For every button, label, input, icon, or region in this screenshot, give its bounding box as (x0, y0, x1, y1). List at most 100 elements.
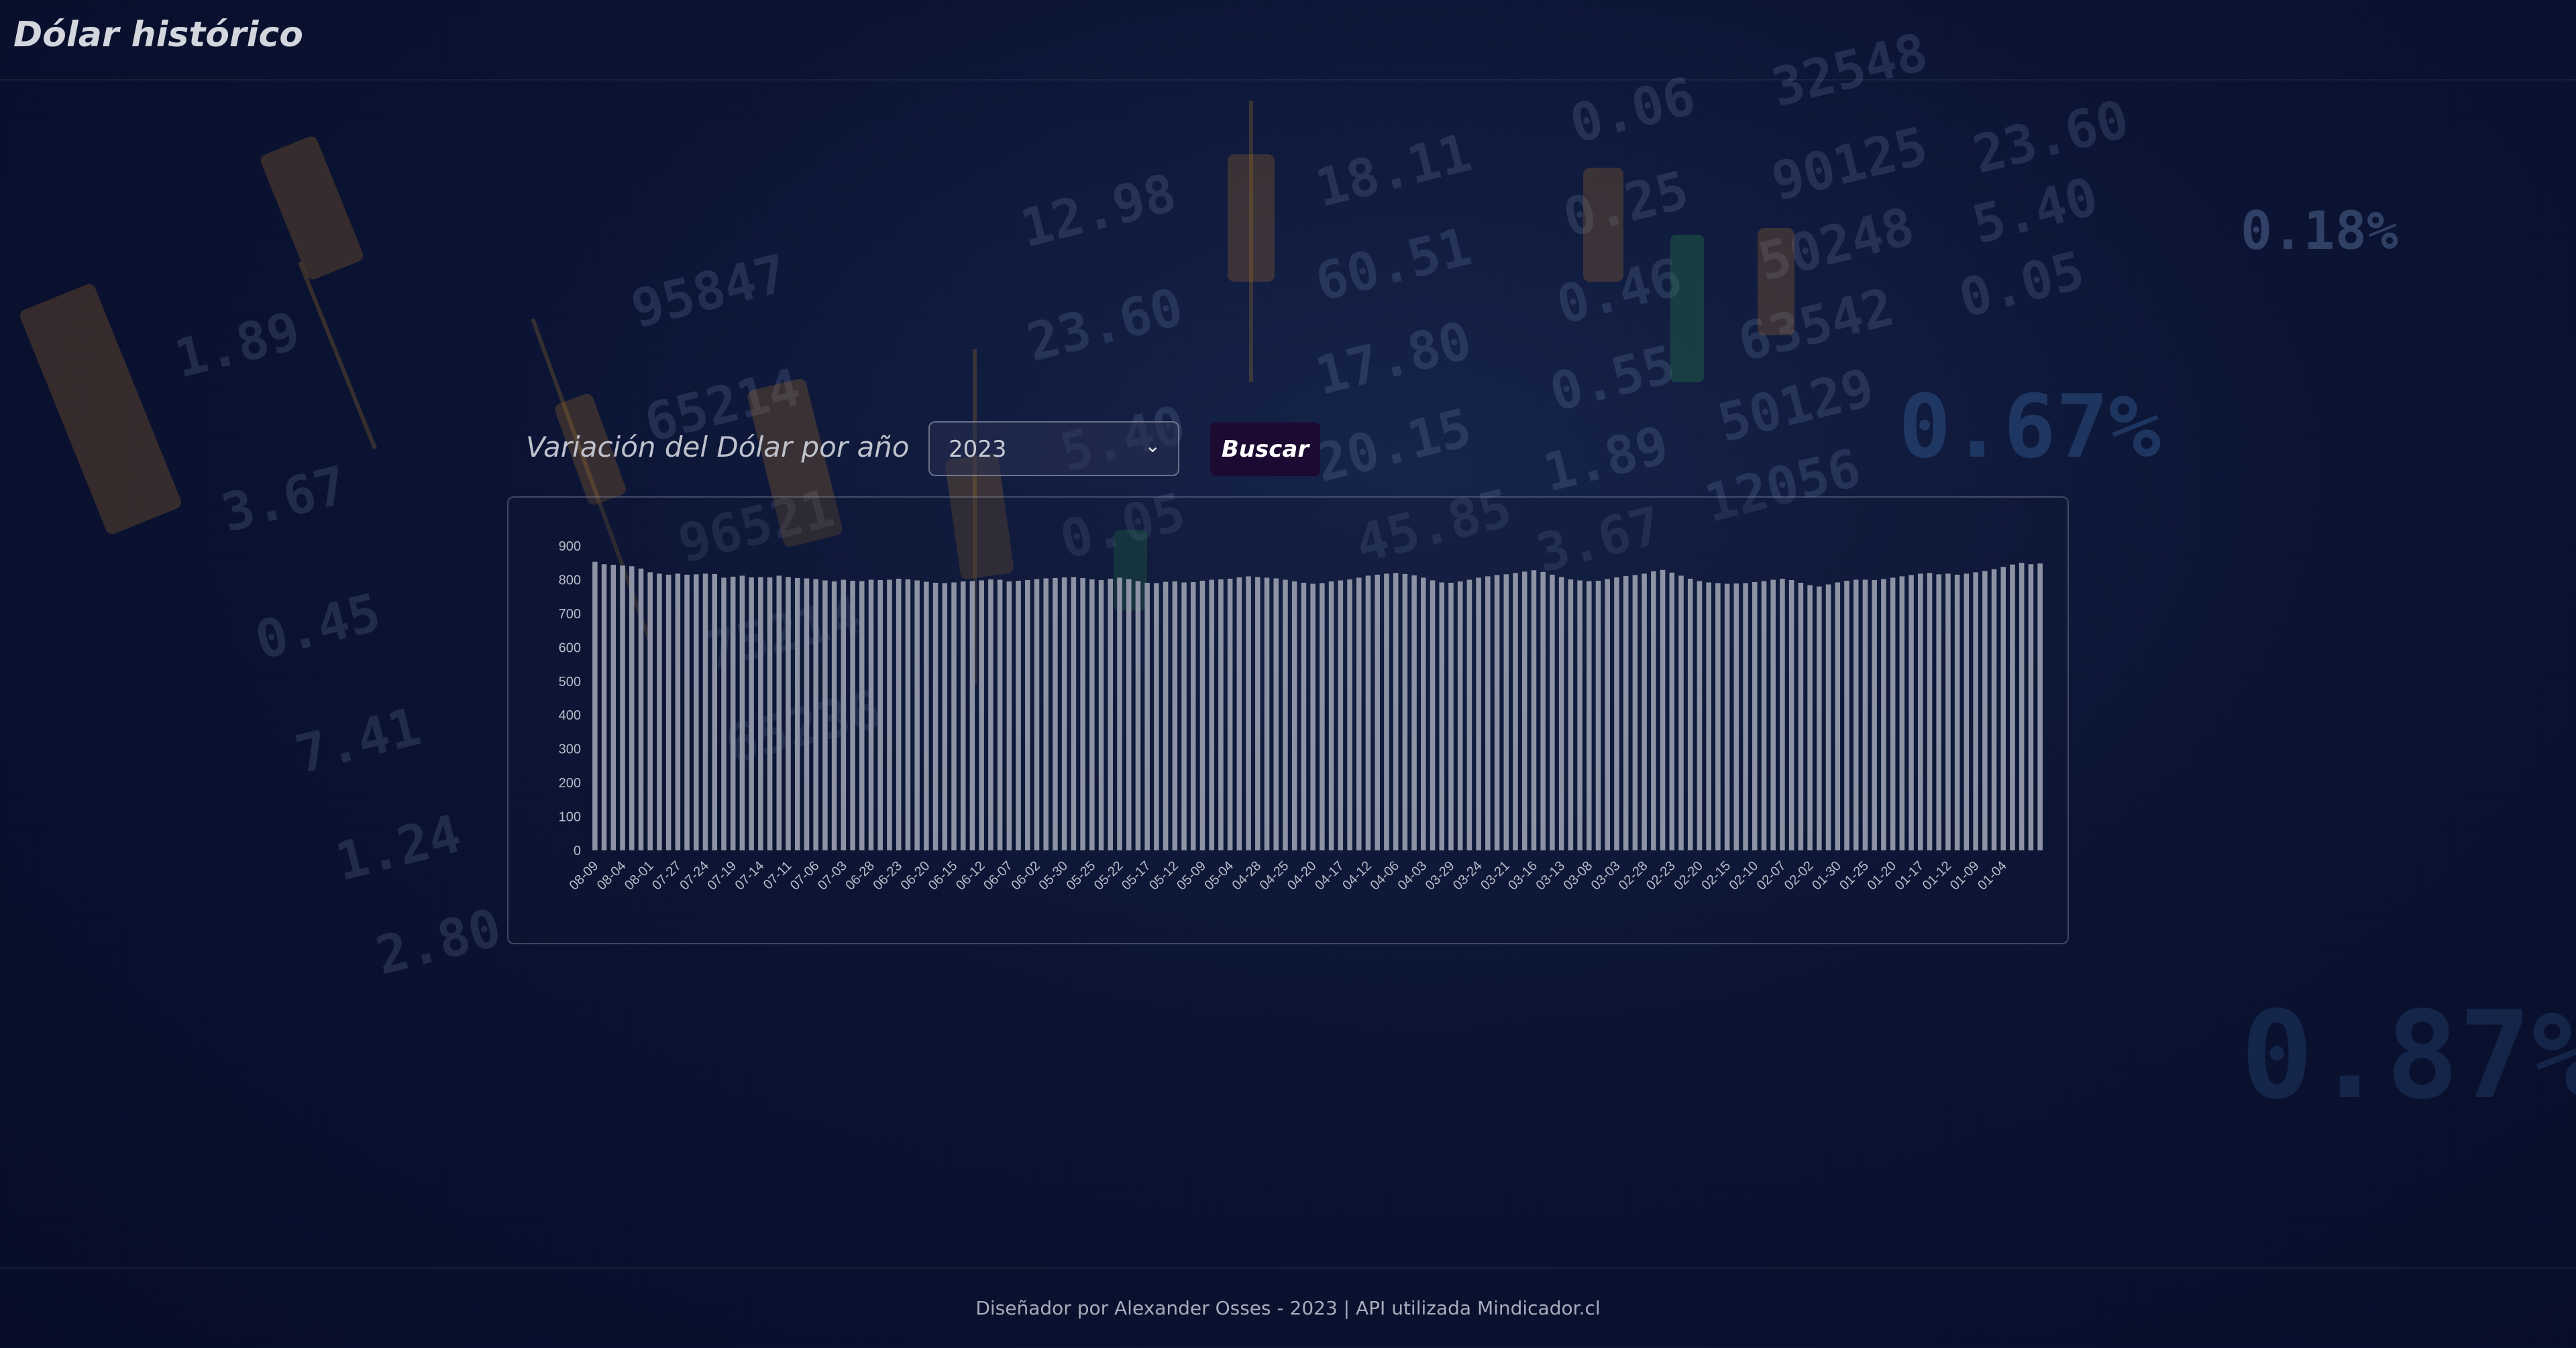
bar-06-08[interactable] (997, 579, 1003, 850)
bar-07-24[interactable] (702, 573, 708, 850)
bar-06-16[interactable] (942, 583, 948, 850)
bar-05-23[interactable] (1108, 578, 1114, 850)
bar-03-24[interactable] (1476, 577, 1481, 850)
bar-03-15[interactable] (1540, 571, 1546, 850)
bar-02-24[interactable] (1660, 569, 1666, 850)
bar-07-27[interactable] (675, 573, 681, 850)
bar-05-25[interactable] (1089, 579, 1095, 850)
bar-undefined[interactable] (2037, 563, 2043, 850)
bar-03-20[interactable] (1513, 573, 1518, 850)
bar-04-24[interactable] (1291, 581, 1297, 850)
bar-06-20[interactable] (924, 581, 929, 850)
bar-05-09[interactable] (1199, 580, 1205, 850)
bar-05-05[interactable] (1218, 579, 1224, 850)
bar-01-20[interactable] (1890, 577, 1896, 850)
bar-03-27[interactable] (1466, 579, 1472, 850)
bar-06-13[interactable] (969, 581, 975, 850)
bar-01-09[interactable] (1973, 572, 1978, 850)
bar-04-14[interactable] (1347, 579, 1352, 850)
bar-02-08[interactable] (1770, 579, 1776, 850)
bar-04-12[interactable] (1365, 575, 1371, 850)
bar-04-10[interactable] (1384, 573, 1389, 850)
bar-07-05[interactable] (822, 580, 828, 850)
bar-02-27[interactable] (1651, 571, 1656, 850)
brand-title[interactable]: Dólar histórico (13, 15, 303, 55)
bar-08-07[interactable] (610, 565, 616, 850)
bar-08-08[interactable] (601, 564, 607, 850)
bar-03-01[interactable] (1632, 575, 1638, 850)
bar-04-21[interactable] (1301, 582, 1307, 850)
bar-03-13[interactable] (1558, 577, 1564, 850)
bar-03-10[interactable] (1568, 579, 1574, 850)
bar-04-04[interactable] (1411, 575, 1417, 850)
bar-06-23[interactable] (896, 578, 902, 850)
bar-06-21[interactable] (914, 580, 920, 850)
bar-02-10[interactable] (1752, 581, 1758, 850)
bar-08-03[interactable] (629, 566, 635, 850)
bar-02-20[interactable] (1697, 581, 1703, 850)
bar-03-07[interactable] (1595, 580, 1601, 850)
bar-08-01[interactable] (647, 572, 653, 850)
bar-03-23[interactable] (1485, 576, 1491, 850)
bar-02-15[interactable] (1724, 583, 1730, 851)
bar-01-13[interactable] (1936, 574, 1941, 850)
bar-07-25[interactable] (694, 574, 699, 850)
bar-02-07[interactable] (1780, 578, 1785, 850)
bar-07-11[interactable] (786, 577, 791, 850)
bar-07-17[interactable] (749, 577, 754, 850)
bar-03-17[interactable] (1521, 571, 1527, 850)
bar-06-09[interactable] (988, 579, 994, 850)
bar-03-03[interactable] (1614, 577, 1619, 850)
bar-01-30[interactable] (1835, 582, 1841, 850)
bar-07-14[interactable] (758, 577, 763, 850)
bar-02-02[interactable] (1807, 585, 1813, 850)
bar-02-21[interactable] (1687, 578, 1693, 850)
bar-01-05[interactable] (1991, 569, 1997, 850)
bar-02-16[interactable] (1715, 583, 1721, 850)
bar-06-02[interactable] (1034, 579, 1040, 850)
bar-04-05[interactable] (1402, 573, 1408, 850)
bar-02-28[interactable] (1642, 573, 1647, 850)
bar-02-23[interactable] (1669, 572, 1675, 850)
bar-02-22[interactable] (1678, 575, 1684, 850)
bar-06-26[interactable] (887, 579, 892, 850)
bar-04-28[interactable] (1255, 577, 1260, 850)
bar-01-31[interactable] (1825, 584, 1831, 850)
bar-07-31[interactable] (657, 573, 662, 850)
bar-05-15[interactable] (1163, 581, 1169, 850)
bar-06-14[interactable] (960, 581, 966, 850)
bar-04-25[interactable] (1283, 579, 1288, 850)
bar-05-10[interactable] (1190, 581, 1196, 850)
bar-04-03[interactable] (1421, 577, 1426, 850)
bar-undefined[interactable] (2019, 563, 2025, 850)
bar-05-22[interactable] (1117, 577, 1122, 850)
bar-07-28[interactable] (665, 574, 672, 850)
bar-01-18[interactable] (1909, 575, 1914, 850)
bar-08-09[interactable] (592, 561, 598, 850)
bar-07-19[interactable] (730, 576, 736, 850)
bar-03-22[interactable] (1494, 575, 1500, 850)
bar-01-06[interactable] (1982, 571, 1988, 850)
bar-05-19[interactable] (1126, 579, 1132, 850)
bar-06-07[interactable] (1006, 581, 1012, 850)
bar-05-03[interactable] (1236, 577, 1242, 850)
bar-05-02[interactable] (1246, 576, 1251, 850)
bar-03-28[interactable] (1457, 581, 1463, 850)
bar-07-04[interactable] (831, 581, 837, 850)
bar-01-23[interactable] (1881, 579, 1886, 850)
bar-05-29[interactable] (1071, 577, 1077, 850)
bar-05-24[interactable] (1098, 579, 1104, 850)
bar-04-19[interactable] (1320, 583, 1325, 850)
bar-07-26[interactable] (684, 574, 690, 850)
bar-01-16[interactable] (1927, 573, 1933, 850)
bar-05-12[interactable] (1172, 581, 1178, 850)
bar-07-21[interactable] (712, 573, 718, 850)
bar-06-05[interactable] (1025, 579, 1030, 850)
bar-02-06[interactable] (1788, 579, 1794, 850)
bar-02-17[interactable] (1706, 582, 1711, 850)
bar-02-03[interactable] (1798, 582, 1804, 850)
bar-07-07[interactable] (804, 578, 810, 850)
bar-03-16[interactable] (1531, 570, 1537, 850)
bar-02-14[interactable] (1733, 583, 1739, 850)
bar-05-31[interactable] (1053, 577, 1058, 850)
